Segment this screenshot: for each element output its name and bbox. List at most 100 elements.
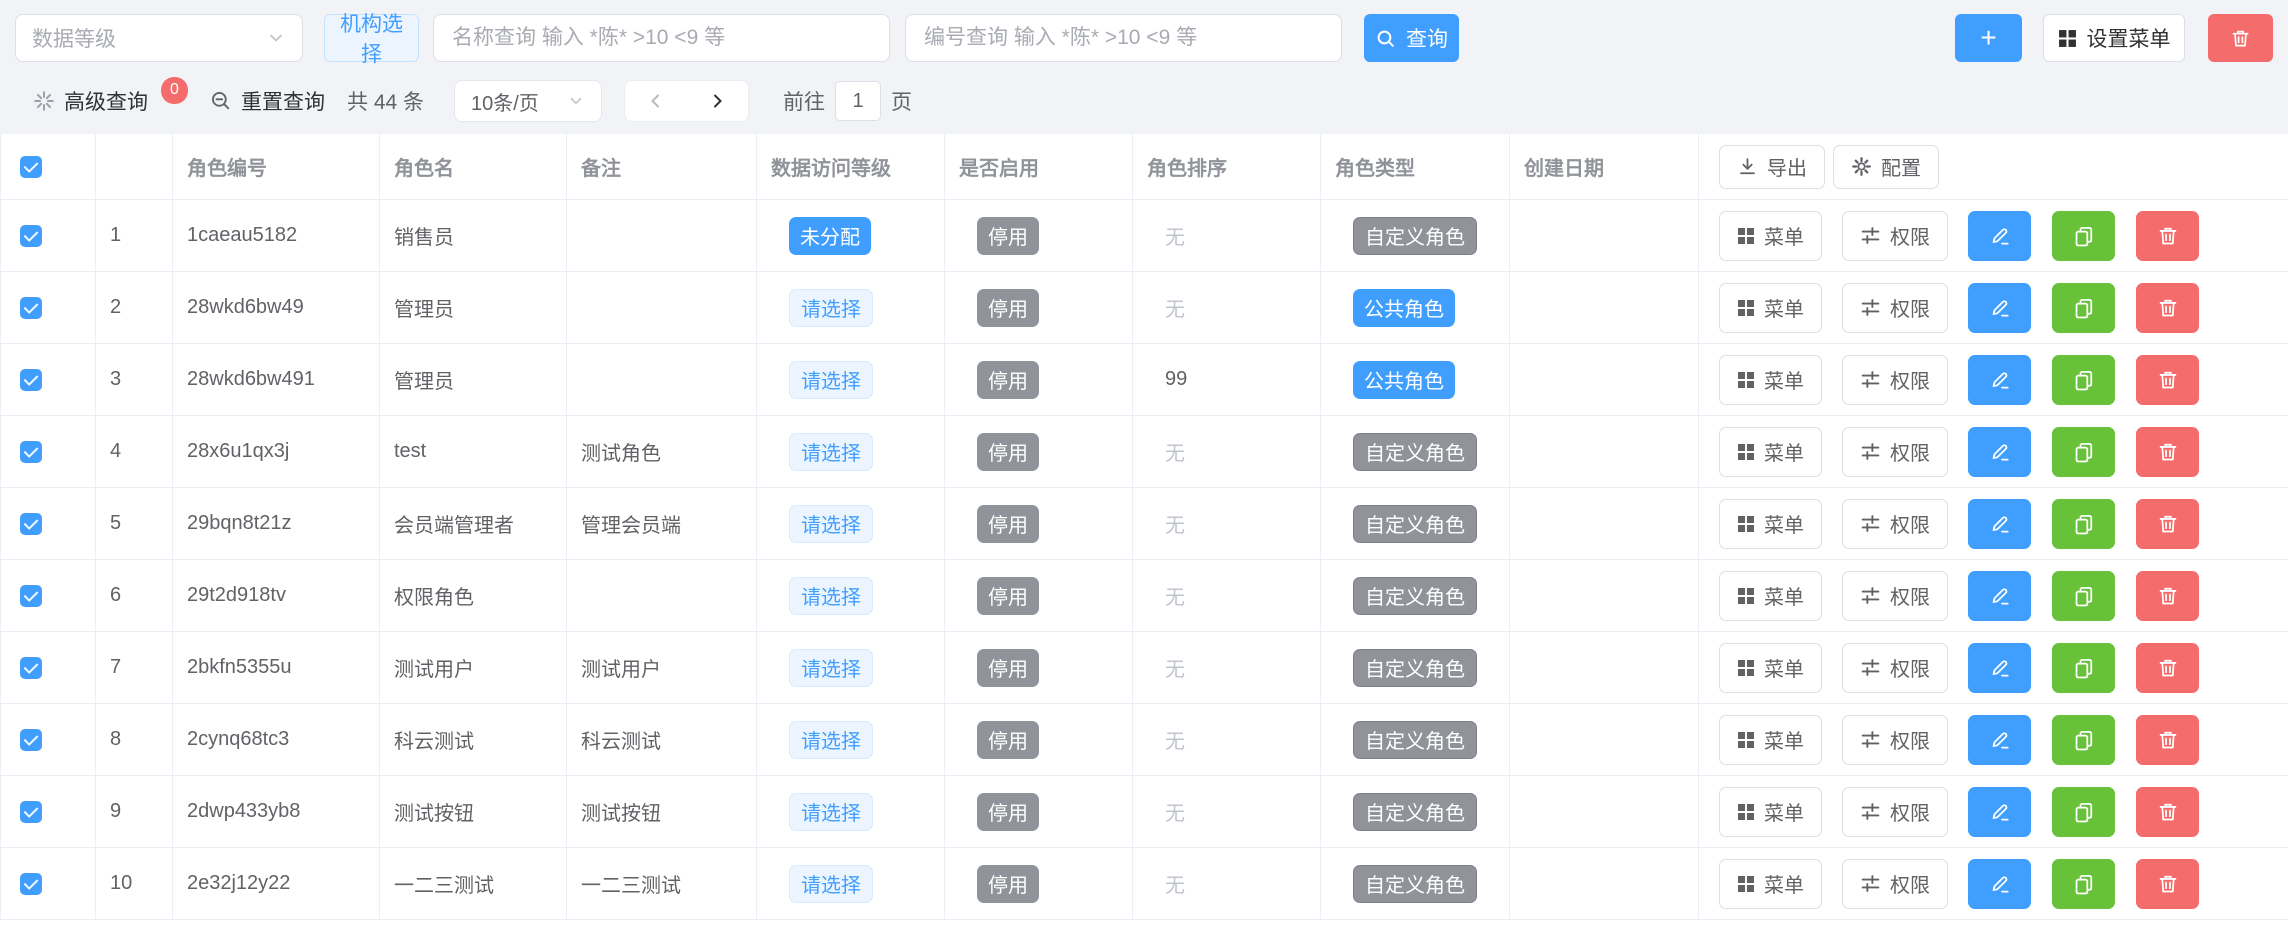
status-button[interactable]: 停用 [977,865,1039,903]
row-delete-button[interactable] [2136,427,2199,477]
edit-button[interactable] [1968,787,2031,837]
org-select-button[interactable]: 机构选择 [324,14,419,62]
copy-button[interactable] [2052,787,2115,837]
menu-button[interactable]: 菜单 [1719,571,1822,621]
status-button[interactable]: 停用 [977,217,1039,255]
th-created: 创建日期 [1510,134,1699,199]
row-checkbox[interactable] [20,513,42,535]
config-button[interactable]: 配置 [1833,145,1939,189]
copy-button[interactable] [2052,859,2115,909]
edit-button[interactable] [1968,499,2031,549]
row-checkbox[interactable] [20,441,42,463]
access-level-button[interactable]: 请选择 [789,289,873,327]
permission-button[interactable]: 权限 [1842,571,1948,621]
reset-query-button[interactable]: 重置查询 [210,86,325,116]
code-search-input[interactable] [905,14,1342,62]
goto-page-input[interactable] [835,81,881,121]
permission-button[interactable]: 权限 [1842,355,1948,405]
menu-button[interactable]: 菜单 [1719,499,1822,549]
table-row: 9 2dwp433yb8 测试按钮 测试按钮 请选择 停用 无 自定义角色 菜单… [1,776,2288,848]
permission-button[interactable]: 权限 [1842,859,1948,909]
row-checkbox[interactable] [20,873,42,895]
status-button[interactable]: 停用 [977,793,1039,831]
row-checkbox[interactable] [20,297,42,319]
data-level-select[interactable]: 数据等级 [15,14,303,62]
menu-setup-button[interactable]: 设置菜单 [2043,14,2185,62]
copy-button[interactable] [2052,427,2115,477]
row-checkbox[interactable] [20,369,42,391]
status-button[interactable]: 停用 [977,577,1039,615]
permission-button[interactable]: 权限 [1842,715,1948,765]
permission-button[interactable]: 权限 [1842,211,1948,261]
row-delete-button[interactable] [2136,643,2199,693]
menu-button[interactable]: 菜单 [1719,283,1822,333]
access-level-button[interactable]: 请选择 [789,793,873,831]
copy-button[interactable] [2052,355,2115,405]
status-button[interactable]: 停用 [977,505,1039,543]
add-button[interactable]: + [1955,14,2022,62]
row-checkbox[interactable] [20,729,42,751]
select-all-checkbox[interactable] [20,156,42,178]
menu-button[interactable]: 菜单 [1719,859,1822,909]
status-button[interactable]: 停用 [977,649,1039,687]
edit-button[interactable] [1968,571,2031,621]
name-search-input[interactable] [433,14,890,62]
copy-button[interactable] [2052,571,2115,621]
data-level-placeholder: 数据等级 [32,23,116,53]
delete-selected-button[interactable] [2208,14,2273,62]
access-level-button[interactable]: 请选择 [789,577,873,615]
copy-button[interactable] [2052,283,2115,333]
row-delete-button[interactable] [2136,211,2199,261]
search-button[interactable]: 查询 [1364,14,1459,62]
edit-button[interactable] [1968,715,2031,765]
row-delete-button[interactable] [2136,787,2199,837]
row-delete-button[interactable] [2136,715,2199,765]
permission-button[interactable]: 权限 [1842,787,1948,837]
advanced-query-button[interactable]: 高级查询 0 [33,86,188,116]
menu-button[interactable]: 菜单 [1719,427,1822,477]
row-checkbox[interactable] [20,801,42,823]
edit-button[interactable] [1968,427,2031,477]
permission-button[interactable]: 权限 [1842,283,1948,333]
permission-button[interactable]: 权限 [1842,427,1948,477]
menu-button[interactable]: 菜单 [1719,643,1822,693]
prev-page-button[interactable] [636,91,676,111]
access-level-button[interactable]: 请选择 [789,433,873,471]
access-level-button[interactable]: 请选择 [789,649,873,687]
row-delete-button[interactable] [2136,571,2199,621]
status-button[interactable]: 停用 [977,289,1039,327]
copy-button[interactable] [2052,715,2115,765]
permission-button[interactable]: 权限 [1842,643,1948,693]
menu-button[interactable]: 菜单 [1719,787,1822,837]
access-level-button[interactable]: 请选择 [789,721,873,759]
status-button[interactable]: 停用 [977,433,1039,471]
access-level-button[interactable]: 请选择 [789,361,873,399]
row-delete-button[interactable] [2136,355,2199,405]
menu-button[interactable]: 菜单 [1719,715,1822,765]
copy-button[interactable] [2052,643,2115,693]
access-level-button[interactable]: 未分配 [789,217,871,255]
edit-button[interactable] [1968,859,2031,909]
export-button[interactable]: 导出 [1719,145,1825,189]
edit-button[interactable] [1968,211,2031,261]
access-level-button[interactable]: 请选择 [789,865,873,903]
edit-button[interactable] [1968,643,2031,693]
menu-button[interactable]: 菜单 [1719,355,1822,405]
edit-button[interactable] [1968,283,2031,333]
row-checkbox[interactable] [20,225,42,247]
status-button[interactable]: 停用 [977,361,1039,399]
edit-button[interactable] [1968,355,2031,405]
copy-button[interactable] [2052,211,2115,261]
row-checkbox[interactable] [20,585,42,607]
row-delete-button[interactable] [2136,499,2199,549]
page-size-select[interactable]: 10条/页 [454,80,602,122]
row-delete-button[interactable] [2136,283,2199,333]
access-level-button[interactable]: 请选择 [789,505,873,543]
row-delete-button[interactable] [2136,859,2199,909]
permission-button[interactable]: 权限 [1842,499,1948,549]
menu-button[interactable]: 菜单 [1719,211,1822,261]
status-button[interactable]: 停用 [977,721,1039,759]
row-checkbox[interactable] [20,657,42,679]
next-page-button[interactable] [697,91,737,111]
copy-button[interactable] [2052,499,2115,549]
